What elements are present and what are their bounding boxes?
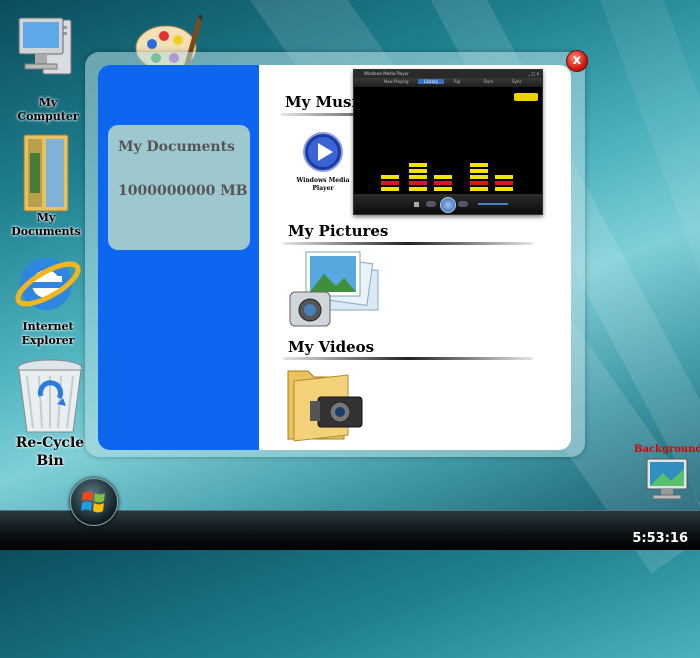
shortcut-label: Windows Media [296,177,350,184]
documents-info-box: My Documents 1000000000 MB [108,125,250,250]
desktop-icon-my-documents[interactable]: My Documents [8,133,84,239]
media-player-window[interactable]: Windows Media Player _ □ x Now Playing L… [353,69,543,215]
icon-label: Internet [22,320,74,333]
icon-label: My [36,211,56,224]
equalizer-bar-segment [381,181,399,185]
play-button[interactable] [440,197,456,213]
desktop-icon-background[interactable]: Background [634,444,700,506]
video-folder-icon [287,370,363,442]
tab-rip[interactable]: Rip [454,79,460,84]
equalizer-bar-segment [409,169,427,173]
desktop-icon-my-computer[interactable]: My Computer [8,14,88,124]
start-button[interactable] [70,478,118,526]
section-title-pictures: My Pictures [288,222,389,240]
equalizer-bar-segment [434,175,452,179]
equalizer-bar-segment [470,187,488,191]
tab-now-playing[interactable]: Now Playing [384,79,409,84]
tab-sync[interactable]: Sync [512,79,522,84]
windows-media-player-shortcut[interactable]: Windows Media Player [294,131,352,193]
equalizer-bar-segment [409,181,427,185]
prev-button[interactable] [426,201,436,207]
tab-burn[interactable]: Burn [484,79,493,84]
section-divider [283,357,533,360]
pictures-shortcut[interactable] [288,248,383,332]
windows-logo-icon [81,491,105,513]
camera-photos-icon [289,251,379,327]
equalizer-bar-segment [495,187,513,191]
shortcut-label: Player [312,185,334,192]
equalizer-bar-segment [470,169,488,173]
next-button[interactable] [458,201,468,207]
equalizer-bar-segment [409,187,427,191]
left-panel: My Documents 1000000000 MB [98,65,259,450]
equalizer-bar-segment [409,175,427,179]
equalizer-bar-segment [470,175,488,179]
volume-slider[interactable] [478,203,508,205]
media-player-tabs: Now Playing Library Rip Burn Sync [354,78,542,87]
playback-controls [354,194,542,214]
info-size: 1000000000 MB [118,183,248,199]
computer-icon [18,17,72,75]
equalizer-bar-segment [381,175,399,179]
close-button[interactable]: x [566,50,588,72]
equalizer-bar-segment [434,187,452,191]
visualizer-indicator [514,93,538,101]
icon-label: Computer [17,110,79,123]
equalizer-bar-segment [470,163,488,167]
equalizer-bar-segment [409,163,427,167]
tab-library[interactable]: Library [418,79,444,84]
equalizer-bar-segment [495,181,513,185]
equalizer-bar-segment [470,181,488,185]
recycle-bin-icon [17,359,83,433]
section-title-videos: My Videos [288,338,375,356]
equalizer-bar-segment [434,181,452,185]
media-player-titlebar: Windows Media Player _ □ x [354,70,542,78]
icon-label: Documents [11,225,81,238]
desktop-icon-recycle-bin[interactable]: Re-Cycle Bin [8,356,92,470]
media-play-icon [303,132,343,172]
display-settings-icon [646,458,688,500]
stop-button[interactable] [414,202,419,207]
icon-label: Bin [36,453,64,469]
icon-label: Re-Cycle [15,435,85,451]
equalizer-bar-segment [495,175,513,179]
desktop-icon-internet-explorer[interactable]: Internet Explorer [6,248,90,348]
equalizer-bar-segment [381,187,399,191]
info-title: My Documents [118,139,235,155]
media-player-title: Windows Media Player [364,71,409,76]
internet-explorer-icon [15,258,81,310]
close-icon: x [572,53,582,68]
documents-folder-icon [23,134,69,212]
visualizer [354,87,542,197]
section-divider [283,242,533,245]
icon-label: Background [634,444,700,455]
icon-label: My [38,96,58,109]
taskbar-clock: 5:53:16 [632,531,688,546]
videos-shortcut[interactable] [284,361,368,443]
window-controls[interactable]: _ □ x [528,70,539,78]
icon-label: Explorer [21,334,75,347]
